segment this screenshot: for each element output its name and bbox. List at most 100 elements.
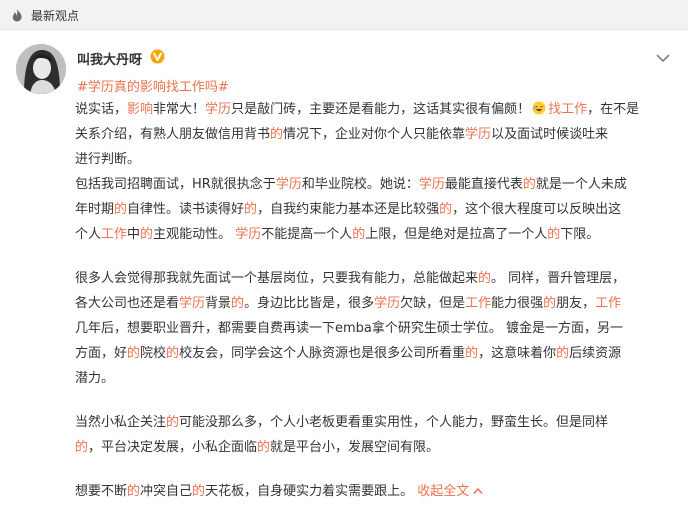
highlighted-text: 工作 xyxy=(101,227,128,242)
text-segment: 关系介绍，有熟人朋友做信用背书 xyxy=(75,127,271,142)
text-segment: 下限。 xyxy=(560,227,600,242)
text-segment: ，在不是 xyxy=(587,102,640,117)
highlighted-text: 的 xyxy=(166,346,180,361)
text-segment: 天花板，自身硬实力着实需要跟上。 xyxy=(205,484,418,499)
highlighted-text: 的 xyxy=(257,440,271,455)
post-line: 很多人会觉得那我就先面试一个基层岗位，只要我有能力，总能做起来的。 同样，晋升管… xyxy=(75,266,673,291)
text-segment: 上限，但是绝对是拉高了一个人 xyxy=(365,227,548,242)
text-segment: 不能提高一个人 xyxy=(261,227,353,242)
text-segment: 后续资源 xyxy=(569,346,622,361)
text-segment: 欠缺，但是 xyxy=(400,296,466,311)
text-segment: 包括我司招聘面试，HR就很执念于 xyxy=(75,177,276,192)
text-segment: 中 xyxy=(127,227,141,242)
section-header: 最新观点 xyxy=(0,0,688,30)
post-line: 的，平台决定发展，小私企面临的就是平台小，发展空间有限。 xyxy=(75,435,673,460)
post-line: 包括我司招聘面试，HR就很执念于学历和毕业院校。她说：学历最能直接代表的就是一个… xyxy=(75,172,673,197)
highlighted-text: 的 xyxy=(127,484,141,499)
highlighted-text: 的 xyxy=(231,296,245,311)
chevron-down-icon[interactable] xyxy=(656,54,670,62)
text-segment: 情况下，企业对你个人只能依靠 xyxy=(283,127,466,142)
highlighted-text: 工作 xyxy=(465,296,492,311)
text-segment: ，自我约束能力基本还是比较强 xyxy=(257,202,440,217)
highlighted-text: 学历 xyxy=(275,177,302,192)
post-line: 方面，好的院校的校友会，同学会这个人脉资源也是很多公司所看重的，这意味着你的后续… xyxy=(75,341,673,366)
text-segment: 个人 xyxy=(75,227,102,242)
text-segment: 校友会，同学会这个人脉资源也是很多公司所看重 xyxy=(179,346,466,361)
post-line: 潜力。 xyxy=(75,366,673,391)
highlighted-text: 的 xyxy=(478,271,492,286)
highlighted-text: 的 xyxy=(75,440,89,455)
text-segment: 。身边比比皆是，很多 xyxy=(244,296,375,311)
collapse-button[interactable]: 收起全文 xyxy=(417,484,469,499)
text-segment: 院校 xyxy=(140,346,167,361)
highlighted-text: 学历 xyxy=(418,177,445,192)
text-segment: 方面，好 xyxy=(75,346,128,361)
highlighted-text: 的 xyxy=(114,202,128,217)
text-segment: 和毕业院校。她说： xyxy=(301,177,419,192)
laughing-emoji-icon xyxy=(532,101,546,115)
text-segment: 年时期 xyxy=(75,202,115,217)
job-search-link[interactable]: 找工作 xyxy=(548,102,587,117)
topic-hashtag[interactable]: #学历真的影响找工作吗# xyxy=(77,76,229,95)
text-segment: 几年后，想要职业晋升，都需要自费再读一下emba拿个研究生硕士学位。 镀金是一方… xyxy=(75,321,624,336)
text-segment: 能力很强 xyxy=(491,296,544,311)
text-segment: 朋友， xyxy=(556,296,596,311)
text-segment: 说实话， xyxy=(75,102,128,117)
highlighted-text: 学历 xyxy=(235,227,262,242)
post-line: 个人工作中的主观能动性。 学历不能提高一个人的上限，但是绝对是拉高了一个人的下限… xyxy=(75,222,673,247)
highlighted-text: 学历 xyxy=(179,296,206,311)
text-segment: 就是平台小，发展空间有限。 xyxy=(270,440,440,455)
text-segment: 潜力。 xyxy=(75,371,115,386)
highlighted-text: 的 xyxy=(439,202,453,217)
highlighted-text: 的 xyxy=(547,227,561,242)
highlighted-text: 的 xyxy=(140,227,154,242)
highlighted-text: 学历 xyxy=(465,127,492,142)
post-line: 关系介绍，有熟人朋友做信用背书的情况下，企业对你个人只能依靠学历以及面试时候谈吐… xyxy=(75,122,673,147)
post-line: 想要不断的冲突自己的天花板，自身硬实力着实需要跟上。 收起全文 xyxy=(75,479,673,504)
username[interactable]: 叫我大丹呀 xyxy=(77,49,142,68)
post-line: 进行判断。 xyxy=(75,147,673,172)
highlighted-text: 的 xyxy=(522,177,536,192)
highlighted-text: 学历 xyxy=(205,102,232,117)
text-segment: 自律性。读书读得好 xyxy=(127,202,245,217)
highlighted-text: 的 xyxy=(465,346,479,361)
highlighted-text: 的 xyxy=(244,202,258,217)
highlighted-text: 的 xyxy=(127,346,141,361)
text-segment: 当然小私企关注 xyxy=(75,415,167,430)
text-segment: 就是一个人未成 xyxy=(535,177,627,192)
avatar-image xyxy=(16,44,66,94)
text-segment: 。 同样，晋升管理层， xyxy=(491,271,626,286)
post-line: 当然小私企关注的可能没那么多，个人小老板更看重实用性，个人能力，野蛮生长。但是同… xyxy=(75,410,673,435)
text-segment: 最能直接代表 xyxy=(444,177,523,192)
post-line: 各大公司也还是看学历背景的。身边比比皆是，很多学历欠缺，但是工作能力很强的朋友，… xyxy=(75,291,673,316)
highlighted-text: 的 xyxy=(352,227,366,242)
avatar[interactable] xyxy=(16,44,66,94)
post-line: 几年后，想要职业晋升，都需要自费再读一下emba拿个研究生硕士学位。 镀金是一方… xyxy=(75,316,673,341)
text-segment: 可能没那么多，个人小老板更看重实用性，个人能力，野蛮生长。但是同样 xyxy=(179,415,609,430)
text-segment: 以及面试时候谈吐来 xyxy=(491,127,609,142)
highlighted-text: 的 xyxy=(166,415,180,430)
text-segment: 非常大！ xyxy=(153,102,206,117)
chevron-up-icon[interactable] xyxy=(473,487,483,495)
fire-icon xyxy=(12,9,22,22)
text-segment: 想要不断 xyxy=(75,484,128,499)
section-title: 最新观点 xyxy=(31,9,80,23)
highlighted-text: 的 xyxy=(543,296,557,311)
text-segment: ，这个很大程度可以反映出这 xyxy=(452,202,622,217)
verified-badge-icon xyxy=(150,49,165,64)
text-segment: 背景 xyxy=(205,296,232,311)
highlighted-text: 工作 xyxy=(595,296,622,311)
text-segment: 只是敲门砖，主要还是看能力，这话其实很有偏颇！ xyxy=(231,102,531,117)
highlighted-text: 的 xyxy=(270,127,284,142)
highlighted-text: 学历 xyxy=(374,296,401,311)
text-segment: 冲突自己 xyxy=(140,484,193,499)
text-segment: 主观能动性。 xyxy=(153,227,236,242)
post-content: 说实话，影响非常大！学历只是敲门砖，主要还是看能力，这话其实很有偏颇！ 找工作，在… xyxy=(75,97,673,504)
highlighted-text: 的 xyxy=(556,346,570,361)
text-segment: 进行判断。 xyxy=(75,152,141,167)
text-segment: 很多人会觉得那我就先面试一个基层岗位，只要我有能力，总能做起来 xyxy=(75,271,479,286)
post-line: 说实话，影响非常大！学历只是敲门砖，主要还是看能力，这话其实很有偏颇！ 找工作，在… xyxy=(75,97,673,122)
post-line: 年时期的自律性。读书读得好的，自我约束能力基本还是比较强的，这个很大程度可以反映… xyxy=(75,197,673,222)
text-segment: ，平台决定发展，小私企面临 xyxy=(88,440,258,455)
highlighted-text: 影响 xyxy=(127,102,154,117)
